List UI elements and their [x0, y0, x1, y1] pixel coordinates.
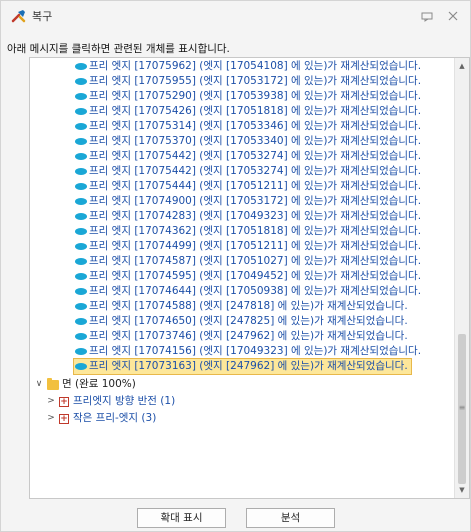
vertical-scrollbar[interactable]: ▲ ≡ ▼ [454, 58, 469, 498]
free-edge-icon [75, 333, 87, 340]
message-item[interactable]: 프리 엣지 [17075426] (엣지 [17051818] 에 있는)가 재… [74, 104, 421, 119]
message-item[interactable]: 프리 엣지 [17073746] (엣지 [247962] 에 있는)가 재계산… [74, 329, 408, 344]
folder-icon [47, 377, 59, 390]
free-edge-icon [75, 303, 87, 310]
free-edge-icon [75, 348, 87, 355]
message-text: 프리 엣지 [17074283] (엣지 [17049323] 에 있는)가 재… [89, 210, 422, 222]
message-item[interactable]: 프리 엣지 [17074283] (엣지 [17049323] 에 있는)가 재… [74, 209, 421, 224]
free-edge-icon [75, 288, 87, 295]
free-edge-icon [75, 183, 87, 190]
message-text: 프리 엣지 [17075370] (엣지 [17053340] 에 있는)가 재… [89, 135, 422, 147]
message-text: 프리 엣지 [17074644] (엣지 [17050938] 에 있는)가 재… [89, 285, 422, 297]
repair-tool-icon [11, 10, 26, 23]
plus-box-icon: + [59, 396, 69, 407]
free-edge-icon [75, 108, 87, 115]
chevron-down-icon[interactable]: ∨ [34, 377, 44, 392]
free-edge-icon [75, 363, 87, 370]
free-edge-icon [75, 123, 87, 130]
free-edge-icon [75, 153, 87, 160]
message-text: 프리 엣지 [17075442] (엣지 [17053274] 에 있는)가 재… [89, 165, 422, 177]
tree-item-label: 프리엣지 방향 반전 (1) [73, 395, 176, 407]
message-text: 프리 엣지 [17074588] (엣지 [247818] 에 있는)가 재계산… [89, 300, 408, 312]
scroll-up-arrow-icon[interactable]: ▲ [455, 60, 469, 72]
results-panel: 프리 엣지 [17075962] (엣지 [17054108] 에 있는)가 재… [29, 57, 470, 499]
free-edge-icon [75, 273, 87, 280]
message-text: 프리 엣지 [17075290] (엣지 [17053938] 에 있는)가 재… [89, 90, 422, 102]
free-edge-icon [75, 168, 87, 175]
message-item[interactable]: 프리 엣지 [17075290] (엣지 [17053938] 에 있는)가 재… [74, 89, 421, 104]
message-text: 프리 엣지 [17075444] (엣지 [17051211] 에 있는)가 재… [89, 180, 422, 192]
message-text: 프리 엣지 [17075955] (엣지 [17053172] 에 있는)가 재… [89, 75, 422, 87]
chevron-right-icon[interactable]: > [46, 394, 56, 409]
message-text: 프리 엣지 [17075426] (엣지 [17051818] 에 있는)가 재… [89, 105, 422, 117]
scroll-down-arrow-icon[interactable]: ▼ [455, 484, 469, 496]
free-edge-icon [75, 243, 87, 250]
message-item[interactable]: 프리 엣지 [17074587] (엣지 [17051027] 에 있는)가 재… [74, 254, 421, 269]
message-text: 프리 엣지 [17074362] (엣지 [17051818] 에 있는)가 재… [89, 225, 422, 237]
message-item[interactable]: 프리 엣지 [17075314] (엣지 [17053346] 에 있는)가 재… [74, 119, 421, 134]
message-text: 프리 엣지 [17074156] (엣지 [17049323] 에 있는)가 재… [89, 345, 422, 357]
message-item[interactable]: 프리 엣지 [17074588] (엣지 [247818] 에 있는)가 재계산… [74, 299, 408, 314]
free-edge-icon [75, 93, 87, 100]
message-item[interactable]: 프리 엣지 [17075370] (엣지 [17053340] 에 있는)가 재… [74, 134, 421, 149]
window-title: 복구 [32, 10, 53, 23]
grip-icon: ≡ [458, 403, 466, 412]
message-text: 프리 엣지 [17075442] (엣지 [17053274] 에 있는)가 재… [89, 150, 422, 162]
message-item[interactable]: 프리 엣지 [17075442] (엣지 [17053274] 에 있는)가 재… [74, 149, 421, 164]
close-icon[interactable] [446, 9, 460, 23]
free-edge-icon [75, 228, 87, 235]
message-text: 프리 엣지 [17074499] (엣지 [17051211] 에 있는)가 재… [89, 240, 422, 252]
message-text: 프리 엣지 [17073746] (엣지 [247962] 에 있는)가 재계산… [89, 330, 408, 342]
message-item[interactable]: 프리 엣지 [17075955] (엣지 [17053172] 에 있는)가 재… [74, 74, 421, 89]
instruction-text: 아래 메시지를 클릭하면 관련된 개체를 표시합니다. [7, 43, 230, 55]
plus-box-icon: + [59, 413, 69, 424]
title-bar: 복구 [1, 1, 470, 31]
analyze-button[interactable]: 분석 [246, 508, 335, 528]
tree-item[interactable]: > + 작은 프리-엣지 (3) [46, 411, 156, 426]
message-text: 프리 엣지 [17074900] (엣지 [17053172] 에 있는)가 재… [89, 195, 422, 207]
message-item[interactable]: 프리 엣지 [17074156] (엣지 [17049323] 에 있는)가 재… [74, 344, 421, 359]
message-text: 프리 엣지 [17074595] (엣지 [17049452] 에 있는)가 재… [89, 270, 422, 282]
tree-group-faces[interactable]: ∨ 면 (완료 100%) [34, 377, 136, 392]
message-text: 프리 엣지 [17074650] (엣지 [247825] 에 있는)가 재계산… [89, 315, 408, 327]
message-item[interactable]: 프리 엣지 [17075962] (엣지 [17054108] 에 있는)가 재… [74, 59, 421, 74]
message-item[interactable]: 프리 엣지 [17073163] (엣지 [247962] 에 있는)가 재계산… [73, 358, 412, 375]
scroll-thumb[interactable]: ≡ [458, 334, 466, 484]
free-edge-icon [75, 63, 87, 70]
free-edge-icon [75, 258, 87, 265]
message-text: 프리 엣지 [17074587] (엣지 [17051027] 에 있는)가 재… [89, 255, 422, 267]
message-item[interactable]: 프리 엣지 [17074362] (엣지 [17051818] 에 있는)가 재… [74, 224, 421, 239]
tree-item[interactable]: > + 프리엣지 방향 반전 (1) [46, 394, 175, 409]
zoom-button[interactable]: 확대 표시 [137, 508, 226, 528]
message-text: 프리 엣지 [17075314] (엣지 [17053346] 에 있는)가 재… [89, 120, 422, 132]
message-text: 프리 엣지 [17075962] (엣지 [17054108] 에 있는)가 재… [89, 60, 422, 72]
message-item[interactable]: 프리 엣지 [17074595] (엣지 [17049452] 에 있는)가 재… [74, 269, 421, 284]
free-edge-icon [75, 198, 87, 205]
repair-dialog: 복구 아래 메시지를 클릭하면 관련된 개체를 표시합니다. 프리 엣지 [17… [0, 0, 471, 532]
message-item[interactable]: 프리 엣지 [17074900] (엣지 [17053172] 에 있는)가 재… [74, 194, 421, 209]
free-edge-icon [75, 138, 87, 145]
free-edge-icon [75, 213, 87, 220]
restore-icon[interactable] [420, 9, 434, 23]
tree-group-label: 면 (완료 100%) [62, 378, 136, 390]
tree-item-label: 작은 프리-엣지 (3) [73, 412, 157, 424]
chevron-right-icon[interactable]: > [46, 411, 56, 426]
message-text: 프리 엣지 [17073163] (엣지 [247962] 에 있는)가 재계산… [89, 360, 408, 372]
message-item[interactable]: 프리 엣지 [17074650] (엣지 [247825] 에 있는)가 재계산… [74, 314, 408, 329]
message-item[interactable]: 프리 엣지 [17075444] (엣지 [17051211] 에 있는)가 재… [74, 179, 421, 194]
message-item[interactable]: 프리 엣지 [17075442] (엣지 [17053274] 에 있는)가 재… [74, 164, 421, 179]
message-item[interactable]: 프리 엣지 [17074644] (엣지 [17050938] 에 있는)가 재… [74, 284, 421, 299]
free-edge-icon [75, 318, 87, 325]
message-item[interactable]: 프리 엣지 [17074499] (엣지 [17051211] 에 있는)가 재… [74, 239, 421, 254]
free-edge-icon [75, 78, 87, 85]
